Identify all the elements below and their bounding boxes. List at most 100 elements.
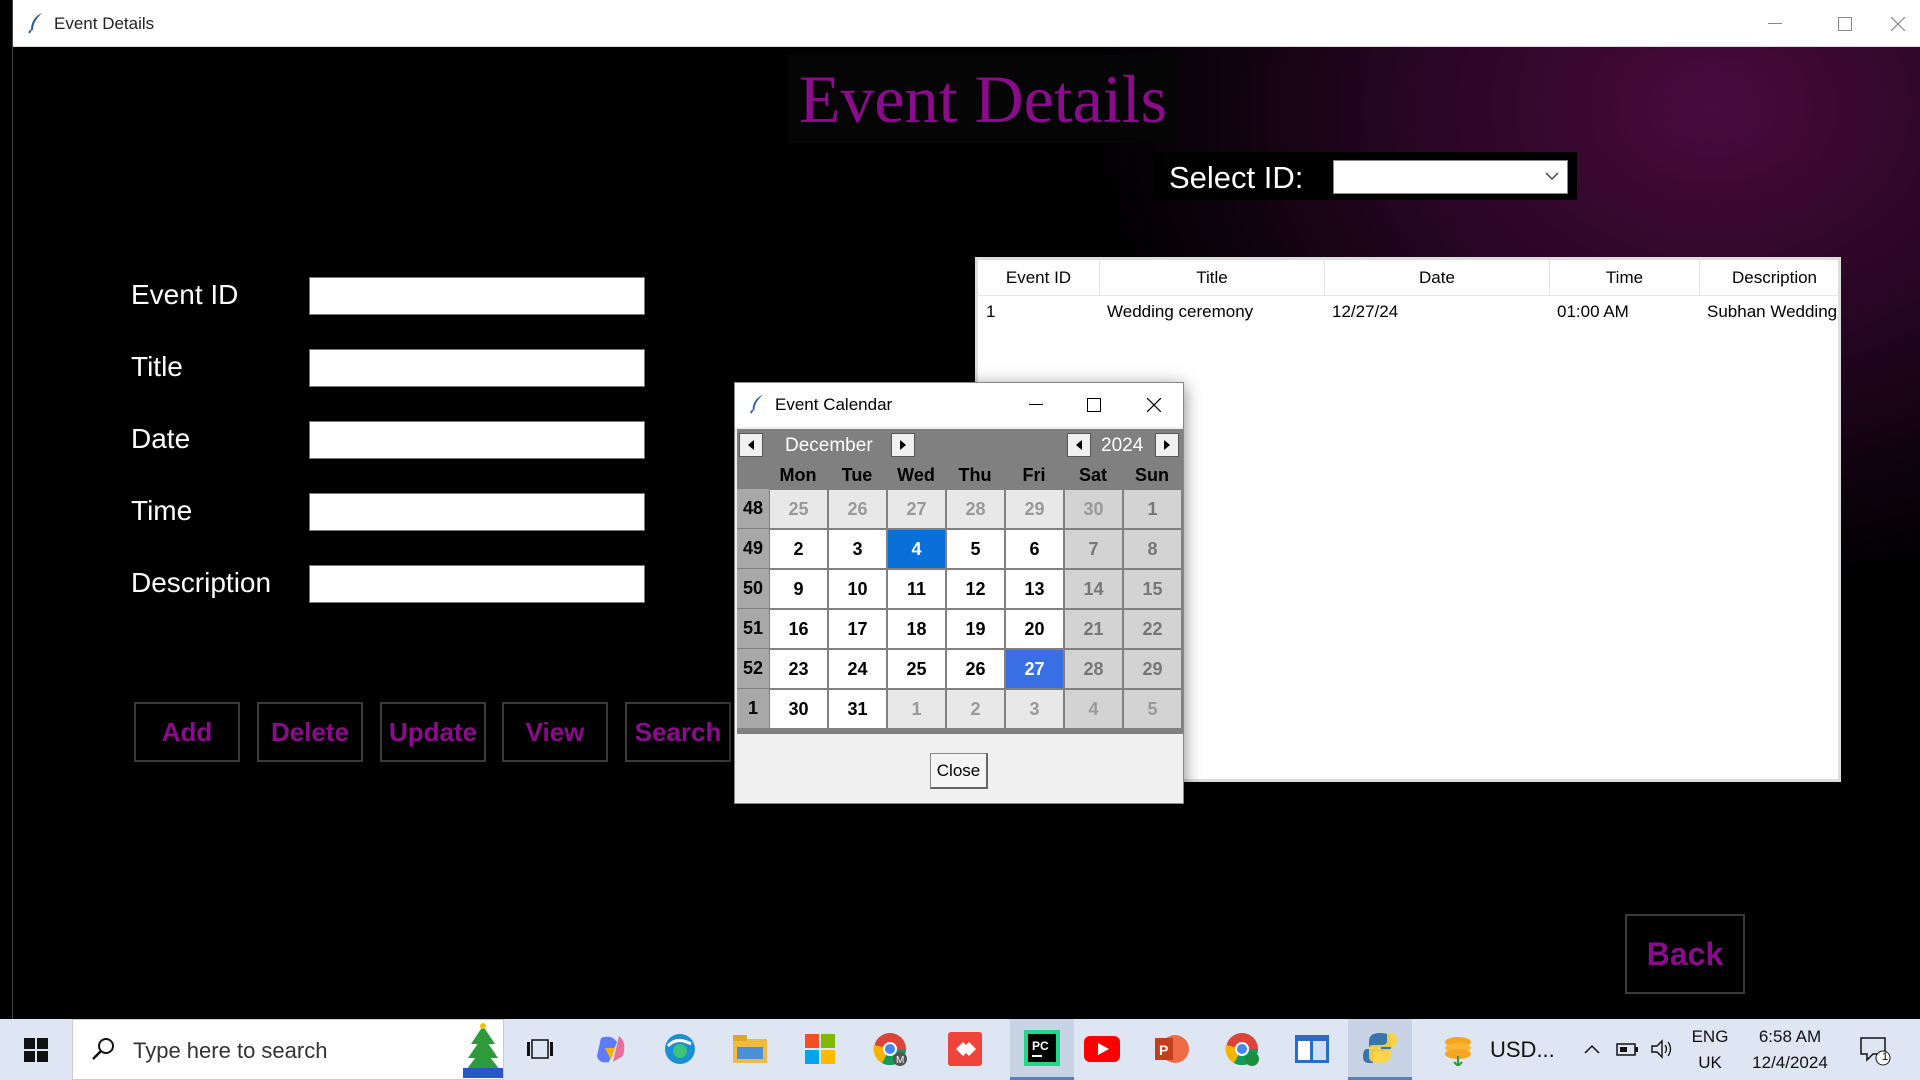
calendar-day[interactable]: 28 — [1065, 650, 1122, 688]
calendar-day[interactable]: 4 — [1065, 690, 1122, 728]
window-app-icon[interactable] — [1290, 1027, 1334, 1071]
start-button[interactable] — [0, 1019, 72, 1080]
calendar-day[interactable]: 13 — [1006, 570, 1063, 608]
delete-button[interactable]: Delete — [257, 702, 363, 762]
volume-icon[interactable] — [1648, 1027, 1676, 1071]
calendar-day[interactable]: 1 — [888, 690, 945, 728]
calendar-day[interactable]: 6 — [1006, 530, 1063, 568]
date-input[interactable] — [309, 421, 645, 459]
task-view-icon[interactable] — [518, 1027, 562, 1071]
prev-year-button[interactable] — [1067, 433, 1091, 457]
table-cell: Subhan Wedding — [1707, 302, 1838, 321]
chevron-up-icon[interactable] — [1580, 1027, 1604, 1071]
calendar-day[interactable]: 12 — [947, 570, 1004, 608]
calendar-day[interactable]: 25 — [770, 490, 827, 528]
calendar-day[interactable]: 2 — [947, 690, 1004, 728]
close-icon[interactable] — [1125, 383, 1183, 427]
microsoft-store-icon[interactable] — [798, 1027, 842, 1071]
calendar-day[interactable]: 28 — [947, 490, 1004, 528]
calendar-day[interactable]: 21 — [1065, 610, 1122, 648]
close-button[interactable] — [1875, 0, 1920, 47]
calendar-day[interactable]: 17 — [829, 610, 886, 648]
minimize-button[interactable] — [1740, 0, 1810, 47]
title-input[interactable] — [309, 349, 645, 387]
calendar-day[interactable]: 19 — [947, 610, 1004, 648]
file-explorer-icon[interactable] — [728, 1027, 772, 1071]
column-header[interactable]: Title — [1100, 260, 1325, 296]
description-input[interactable] — [309, 565, 645, 603]
copilot-icon[interactable] — [588, 1027, 632, 1071]
view-button[interactable]: View — [502, 702, 608, 762]
time-input[interactable] — [309, 493, 645, 531]
powerpoint-icon[interactable]: P — [1150, 1027, 1194, 1071]
calendar-day[interactable]: 14 — [1065, 570, 1122, 608]
youtube-icon[interactable] — [1080, 1027, 1124, 1071]
table-cell: Wedding ceremony — [1107, 302, 1254, 321]
calendar-close-button[interactable]: Close — [930, 753, 988, 789]
pycharm-icon[interactable]: PC — [1010, 1019, 1074, 1080]
calendar-day[interactable]: 25 — [888, 650, 945, 688]
feather-icon — [28, 13, 42, 34]
calendar-day[interactable]: 24 — [829, 650, 886, 688]
notification-icon[interactable]: 1 — [1852, 1027, 1896, 1071]
calendar-day[interactable]: 7 — [1065, 530, 1122, 568]
calendar-day[interactable]: 26 — [947, 650, 1004, 688]
calendar-day[interactable]: 23 — [770, 650, 827, 688]
calendar-day[interactable]: 29 — [1006, 490, 1063, 528]
column-header[interactable]: Time — [1550, 260, 1700, 296]
column-header[interactable]: Description — [1700, 260, 1838, 296]
edge-icon[interactable] — [658, 1027, 702, 1071]
calendar-day[interactable]: 2 — [770, 530, 827, 568]
calendar-day[interactable]: 9 — [770, 570, 827, 608]
calendar-day[interactable]: 18 — [888, 610, 945, 648]
taskbar-search[interactable]: Type here to search — [72, 1019, 504, 1080]
calendar-day[interactable]: 4 — [888, 530, 945, 568]
event-id-input[interactable] — [309, 277, 645, 315]
calendar-day[interactable]: 3 — [829, 530, 886, 568]
calendar-day[interactable]: 27 — [888, 490, 945, 528]
next-month-button[interactable] — [891, 433, 915, 457]
calendar-day[interactable]: 20 — [1006, 610, 1063, 648]
language-indicator[interactable]: ENG UK — [1688, 1027, 1732, 1073]
calendar-day[interactable]: 27 — [1006, 650, 1063, 688]
select-id-dropdown[interactable] — [1333, 160, 1568, 194]
clock[interactable]: 6:58 AM 12/4/2024 — [1740, 1027, 1840, 1073]
calendar-day[interactable]: 10 — [829, 570, 886, 608]
event-id-label: Event ID — [131, 279, 239, 310]
calendar-day[interactable]: 29 — [1124, 650, 1181, 688]
column-header[interactable]: Event ID — [978, 260, 1100, 296]
chrome-profile-icon[interactable] — [1220, 1027, 1264, 1071]
currency-icon[interactable] — [1436, 1027, 1480, 1071]
calendar-day[interactable]: 26 — [829, 490, 886, 528]
back-button[interactable]: Back — [1625, 914, 1745, 994]
calendar-day[interactable]: 30 — [1065, 490, 1122, 528]
calendar-day[interactable]: 22 — [1124, 610, 1181, 648]
table-row[interactable]: 1 Wedding ceremony 12/27/24 01:00 AM Sub… — [978, 297, 1838, 327]
calendar-day[interactable]: 15 — [1124, 570, 1181, 608]
chrome-icon[interactable]: M — [868, 1027, 912, 1071]
anydesk-icon[interactable] — [943, 1027, 987, 1071]
minimize-button[interactable] — [1007, 383, 1065, 427]
calendar-day[interactable]: 11 — [888, 570, 945, 608]
maximize-button[interactable] — [1810, 0, 1880, 47]
python-icon[interactable] — [1348, 1019, 1412, 1080]
battery-icon[interactable] — [1614, 1027, 1642, 1071]
calendar-day[interactable]: 8 — [1124, 530, 1181, 568]
maximize-button[interactable] — [1065, 383, 1123, 427]
search-button[interactable]: Search — [625, 702, 731, 762]
column-header[interactable]: Date — [1325, 260, 1550, 296]
clock-time: 6:58 AM — [1758, 1027, 1822, 1046]
calendar-day[interactable]: 16 — [770, 610, 827, 648]
calendar-day[interactable]: 1 — [1124, 490, 1181, 528]
calendar-day[interactable]: 5 — [1124, 690, 1181, 728]
calendar-day[interactable]: 5 — [947, 530, 1004, 568]
calendar-day[interactable]: 3 — [1006, 690, 1063, 728]
prev-month-button[interactable] — [739, 433, 763, 457]
next-year-button[interactable] — [1155, 433, 1179, 457]
currency-label[interactable]: USD... — [1490, 1037, 1555, 1063]
update-button[interactable]: Update — [380, 702, 486, 762]
calendar-day[interactable]: 31 — [829, 690, 886, 728]
add-button[interactable]: Add — [134, 702, 240, 762]
notification-count: 1 — [1882, 1051, 1889, 1063]
calendar-day[interactable]: 30 — [770, 690, 827, 728]
